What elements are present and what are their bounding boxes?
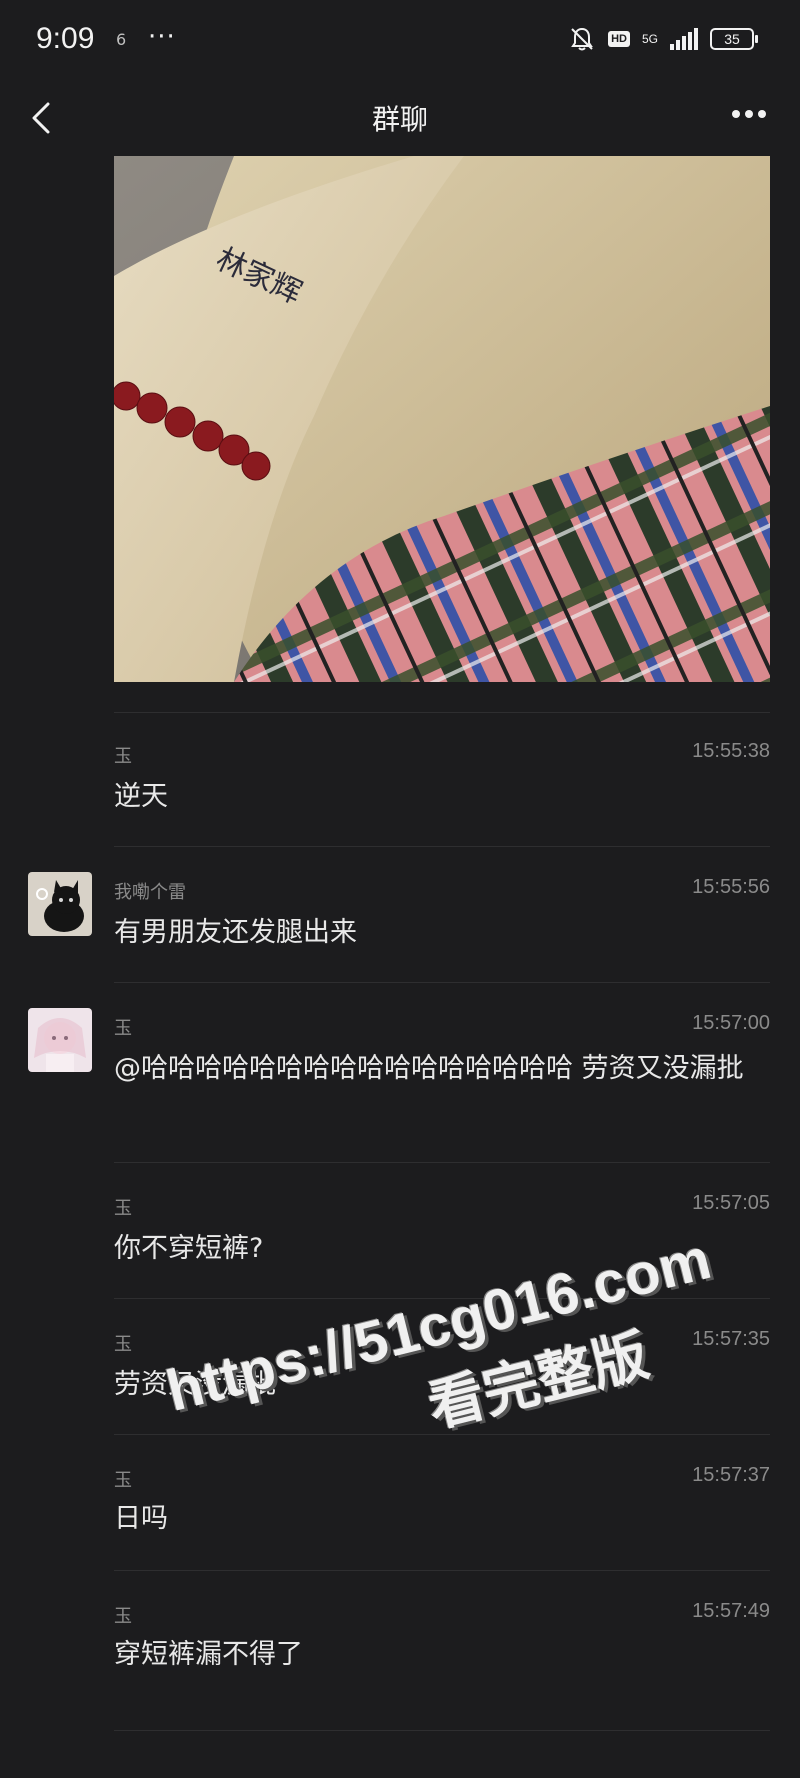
hd-badge: HD — [608, 31, 630, 47]
message-text: 逆天 — [114, 781, 168, 812]
divider — [114, 982, 770, 983]
message-sender: 玉 — [114, 1606, 132, 1627]
battery-icon: 35 — [710, 28, 758, 50]
message-time: 15:55:38 — [692, 740, 770, 762]
message-time: 15:55:56 — [692, 876, 770, 898]
divider — [114, 1162, 770, 1163]
page-title: 群聊 — [371, 103, 428, 136]
black-cat-avatar-icon — [28, 872, 92, 936]
nav-bar: 群聊 — [0, 80, 800, 150]
message-sender: 玉 — [114, 1334, 132, 1355]
anime-avatar-icon — [28, 1008, 92, 1072]
message-sender: 玉 — [114, 1470, 132, 1491]
status-time: 9:09 — [36, 22, 95, 55]
divider — [114, 1730, 770, 1731]
message-text: @哈哈哈哈哈哈哈哈哈哈哈哈哈哈哈哈 劳资又没漏批 — [114, 1053, 744, 1084]
message-text: 有男朋友还发腿出来 — [114, 917, 357, 948]
more-button[interactable] — [724, 94, 774, 134]
avatar[interactable] — [28, 1008, 92, 1072]
message-time: 15:57:49 — [692, 1600, 770, 1622]
network-type: 5G — [641, 32, 658, 46]
shared-photo[interactable]: 林家辉 — [114, 156, 770, 682]
divider — [114, 712, 770, 713]
signal-icon — [670, 28, 698, 50]
status-right-group: HD 5G 35 — [568, 22, 758, 56]
message-time: 15:57:00 — [692, 1012, 770, 1034]
message-sender: 玉 — [114, 1198, 132, 1219]
message-sender: 我嘞个雷 — [114, 882, 186, 903]
avatar[interactable] — [28, 872, 92, 936]
status-more-icon: ··· — [148, 22, 176, 52]
message-text: 穿短裤漏不得了 — [114, 1639, 303, 1670]
message-sender: 玉 — [114, 1018, 132, 1039]
message-sender: 玉 — [114, 746, 132, 767]
status-app-icon: 6 — [116, 30, 127, 49]
status-bar: 9:09 6 ··· HD 5G 35 — [0, 0, 800, 80]
mute-bell-icon — [571, 27, 593, 51]
divider — [114, 846, 770, 847]
more-dots-icon — [732, 110, 766, 118]
photo-illustration: 林家辉 — [114, 156, 770, 682]
